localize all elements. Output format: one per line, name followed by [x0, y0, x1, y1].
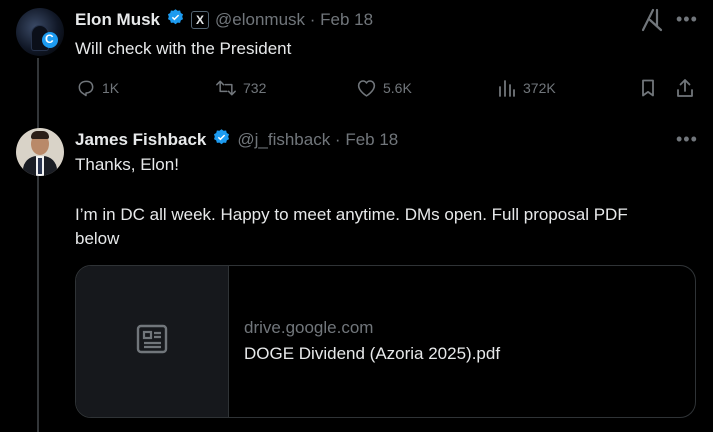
tweet2-header: James Fishback @j_fishback · Feb 18	[75, 128, 398, 152]
more-icon[interactable]: •••	[676, 129, 698, 150]
views-count: 372K	[523, 80, 556, 96]
document-icon	[136, 324, 168, 359]
views-button[interactable]: 372K	[497, 78, 556, 98]
retweet-button[interactable]: 732	[215, 78, 266, 98]
like-count: 5.6K	[383, 80, 412, 96]
verified-icon	[166, 8, 185, 32]
like-icon	[356, 78, 377, 98]
handle-date[interactable]: @elonmusk · Feb 18	[215, 10, 373, 30]
author-name[interactable]: James Fishback	[75, 130, 206, 150]
like-button[interactable]: 5.6K	[356, 78, 412, 98]
views-icon	[497, 78, 517, 98]
avatar-tie	[38, 158, 42, 174]
handle-date[interactable]: @j_fishback · Feb 18	[237, 130, 398, 150]
share-icon[interactable]	[675, 78, 695, 103]
reply-icon	[76, 78, 96, 98]
avatar-elon[interactable]	[16, 8, 64, 56]
thread-line	[37, 58, 39, 432]
avatar-hair	[31, 131, 49, 139]
avatar-james[interactable]	[16, 128, 64, 176]
tweet-text-line2: I’m in DC all week. Happy to meet anytim…	[75, 205, 628, 224]
card-domain: drive.google.com	[244, 318, 374, 337]
retweet-count: 732	[243, 80, 267, 96]
link-card[interactable]: drive.google.com DOGE Dividend (Azoria 2…	[75, 265, 696, 418]
tweet-text: Will check with the President	[75, 39, 292, 58]
grok-icon[interactable]	[641, 8, 663, 37]
author-name[interactable]: Elon Musk	[75, 10, 160, 30]
retweet-icon	[215, 78, 237, 98]
verified-icon	[212, 128, 231, 152]
reply-button[interactable]: 1K	[76, 78, 119, 98]
bookmark-icon[interactable]	[638, 78, 658, 103]
card-thumbnail	[76, 266, 229, 417]
tweet-text-line3: below	[75, 229, 120, 248]
avatar-badge	[42, 32, 58, 48]
affiliate-badge[interactable]: X	[191, 11, 210, 29]
reply-count: 1K	[102, 80, 120, 96]
card-title[interactable]: DOGE Dividend (Azoria 2025).pdf	[244, 344, 500, 364]
tweet1-header: Elon Musk X @elonmusk · Feb 18	[75, 8, 373, 32]
more-icon[interactable]: •••	[676, 9, 698, 30]
tweet-text-line1: Thanks, Elon!	[75, 155, 179, 174]
